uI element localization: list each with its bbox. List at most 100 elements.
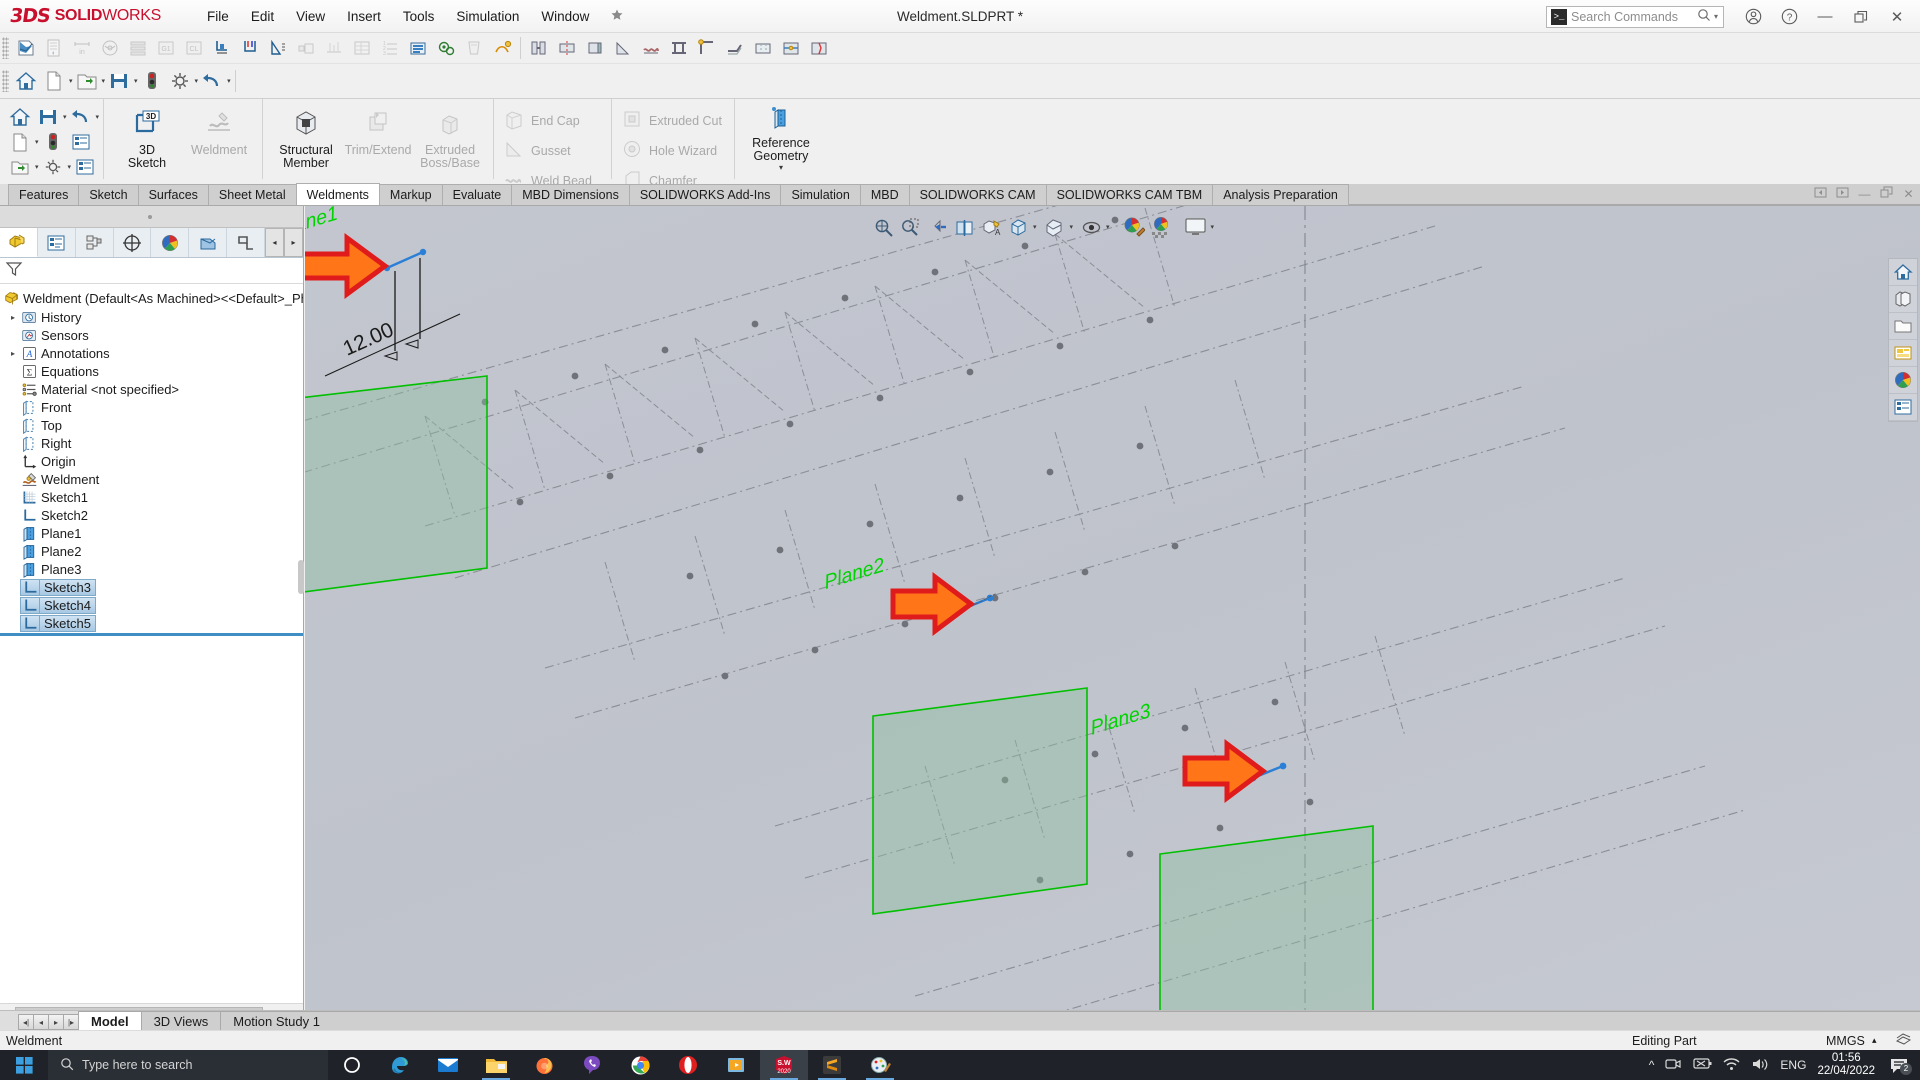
doc-prev-button[interactable] [1813, 187, 1828, 201]
tree-node-sketch5[interactable]: Sketch5 [0, 614, 303, 632]
tab-sketch[interactable]: Sketch [78, 184, 139, 205]
last-tab-button[interactable]: |▸ [63, 1014, 79, 1030]
expand-arrow-icon[interactable]: ▸ [6, 349, 20, 358]
next-tab-button[interactable]: ▸ [48, 1014, 64, 1030]
menu-bar[interactable]: File Edit View Insert Tools Simulation W… [196, 5, 624, 28]
configuration-manager-tab[interactable] [75, 228, 114, 257]
doc-close-button[interactable]: ✕ [1901, 187, 1916, 201]
weld-bead-small-icon[interactable] [638, 36, 664, 61]
tab-sheet-metal[interactable]: Sheet Metal [207, 184, 297, 205]
reference-geometry-dropdown-caret[interactable]: ▾ [779, 163, 783, 172]
end-cap-small-icon[interactable] [582, 36, 608, 61]
tree-node-annotations[interactable]: ▸ A Annotations [0, 344, 303, 362]
menu-file[interactable]: File [196, 5, 240, 28]
tree-node-right[interactable]: Right [0, 434, 303, 452]
bottom-tab-3d-views[interactable]: 3D Views [140, 1011, 222, 1030]
rebuild-icon[interactable] [40, 129, 66, 154]
taskbar-search-box[interactable]: Type here to search [48, 1050, 328, 1080]
tree-node-material[interactable]: Material <not specified> [0, 380, 303, 398]
simulationxpress-icon[interactable] [489, 36, 515, 61]
display-style-icon[interactable] [1005, 214, 1031, 240]
search-input[interactable]: Search Commands [1571, 10, 1697, 24]
structure-system-icon[interactable] [666, 36, 692, 61]
menu-insert[interactable]: Insert [336, 5, 392, 28]
trim-extend-small-icon[interactable] [554, 36, 580, 61]
tab-evaluate[interactable]: Evaluate [441, 184, 513, 205]
google-chrome-icon[interactable] [616, 1050, 664, 1080]
print3d-icon[interactable] [405, 36, 431, 61]
dfmxpress-icon[interactable] [461, 36, 487, 61]
tab-weldments[interactable]: Weldments [295, 183, 380, 205]
toolbar-grip-2[interactable] [2, 70, 9, 92]
doc-restore-button[interactable] [1879, 186, 1894, 201]
zoom-to-area-icon[interactable] [897, 214, 923, 240]
appearances-icon[interactable] [1889, 367, 1917, 394]
home-icon[interactable] [1889, 259, 1917, 286]
media-player-icon[interactable] [712, 1050, 760, 1080]
3d-sketch-button[interactable]: 3D 3D Sketch [111, 104, 183, 170]
chevron-down-icon[interactable]: ▾ [1106, 223, 1110, 231]
chevron-down-icon[interactable]: ▾ [1211, 223, 1215, 231]
tab-mbd[interactable]: MBD [859, 184, 910, 205]
apply-scene-icon[interactable] [1148, 214, 1174, 240]
minimize-button[interactable]: — [1808, 1, 1842, 33]
tree-node-plane3[interactable]: Plane3 [0, 560, 303, 578]
view-settings-icon[interactable] [1183, 214, 1209, 240]
thickness-analysis-icon[interactable] [237, 36, 263, 61]
section-view-icon[interactable] [951, 214, 977, 240]
options-gear-icon[interactable] [167, 69, 193, 94]
feature-tree[interactable]: Weldment (Default<As Machined><<Default>… [0, 284, 303, 1003]
opera-icon[interactable] [664, 1050, 712, 1080]
first-tab-button[interactable]: ◂| [18, 1014, 34, 1030]
display-manager-tab[interactable] [151, 228, 190, 257]
gusset-button[interactable]: Gusset [501, 137, 604, 164]
windows-start-icon[interactable] [0, 1050, 48, 1080]
feature-tree-filter[interactable] [0, 258, 303, 284]
tree-node-weldment[interactable]: Weldment [0, 470, 303, 488]
bill-of-materials-icon[interactable]: 123 [377, 36, 403, 61]
zoom-to-fit-icon[interactable] [870, 214, 896, 240]
open-document-icon[interactable] [7, 154, 33, 179]
options-list-icon[interactable] [68, 129, 94, 154]
insert-bends-icon[interactable] [778, 36, 804, 61]
tree-node-sketch1[interactable]: Sketch1 [0, 488, 303, 506]
chevron-up-icon[interactable]: ^ [1649, 1058, 1655, 1072]
chevron-down-icon[interactable]: ▾ [134, 77, 138, 85]
graphics-viewport[interactable]: 12.00 Plane1 Plane2 Plane3 A ▾ ▾ ▾ ▾ [305, 206, 1920, 1020]
new-document-icon[interactable] [41, 69, 67, 94]
chevron-down-icon[interactable]: ▾ [102, 77, 106, 85]
hole-wizard-button[interactable]: Hole Wizard [619, 137, 727, 164]
tab-solidworks-cam[interactable]: SOLIDWORKS CAM [908, 184, 1047, 205]
restore-button[interactable] [1844, 1, 1878, 33]
undo-icon[interactable] [68, 104, 94, 129]
parting-line-icon[interactable] [321, 36, 347, 61]
scroll-tabs-left-button[interactable]: ◂ [265, 228, 285, 257]
chevron-down-icon[interactable]: ▾ [227, 77, 231, 85]
mass-properties-icon[interactable] [97, 36, 123, 61]
chevron-down-icon[interactable]: ▾ [69, 77, 73, 85]
scroll-tabs-right-button[interactable]: ▸ [284, 228, 304, 257]
prev-tab-button[interactable]: ◂ [33, 1014, 49, 1030]
cl-curvature-icon[interactable]: CL [181, 36, 207, 61]
viber-icon[interactable] [568, 1050, 616, 1080]
tree-node-plane2[interactable]: Plane2 [0, 542, 303, 560]
3d-content-central-icon[interactable] [1889, 286, 1917, 313]
edit-appearance-icon[interactable] [1121, 214, 1147, 240]
pin-icon[interactable] [610, 8, 624, 25]
chevron-down-icon[interactable]: ▾ [195, 77, 199, 85]
tree-node-sketch4[interactable]: Sketch4 [0, 596, 303, 614]
tab-markup[interactable]: Markup [378, 184, 443, 205]
tab-solidworks-cam-tbm[interactable]: SOLIDWORKS CAM TBM [1045, 184, 1214, 205]
trim-extend-button[interactable]: Trim/Extend [342, 104, 414, 157]
doc-next-button[interactable] [1835, 187, 1850, 201]
chevron-down-icon[interactable]: ▾ [1070, 223, 1074, 231]
tree-node-plane1[interactable]: Plane1 [0, 524, 303, 542]
measure-icon[interactable]: in [69, 36, 95, 61]
open-document-icon[interactable] [74, 69, 100, 94]
home-icon[interactable] [13, 69, 39, 94]
tree-node-sketch3[interactable]: Sketch3 [0, 578, 303, 596]
menu-tools[interactable]: Tools [392, 5, 446, 28]
menu-edit[interactable]: Edit [240, 5, 285, 28]
document-list-icon[interactable] [41, 36, 67, 61]
options-gear-icon[interactable] [40, 154, 66, 179]
